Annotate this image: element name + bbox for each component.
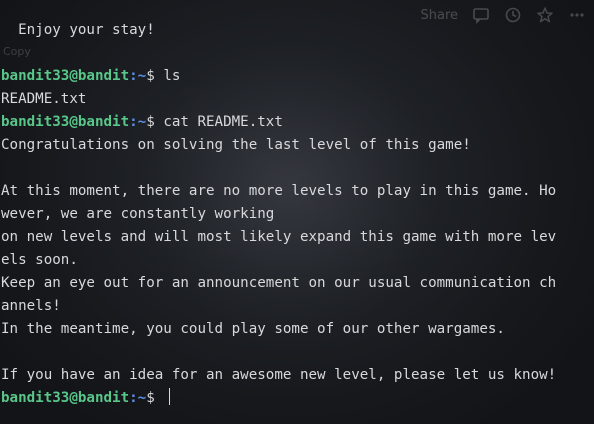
command-line: bandit33@bandit:~$ ls: [1, 65, 594, 88]
prompt-user-host: bandit33@bandit: [1, 68, 130, 84]
output-line: els soon.: [1, 252, 78, 268]
prompt-path: :~: [129, 68, 147, 84]
prompt-path: :~: [129, 114, 147, 130]
active-prompt-line[interactable]: bandit33@bandit:~$: [1, 387, 594, 410]
output-line: annels!: [1, 298, 61, 314]
output-line: on new levels and will most likely expan…: [1, 229, 557, 245]
command-line: bandit33@bandit:~$ cat README.txt: [1, 111, 594, 134]
output-line: wever, we are constantly working: [1, 206, 275, 222]
terminal-output: Enjoy your stay! bandit33@bandit:~$ ls R…: [1, 19, 594, 410]
command-text: cat README.txt: [163, 114, 283, 130]
output-line: At this moment, there are no more levels…: [1, 183, 557, 199]
prompt-symbol: $: [146, 68, 164, 84]
prompt-user-host: bandit33@bandit: [1, 114, 130, 130]
terminal-window[interactable]: Share Copy Enjoy your stay! bandit33@ban…: [0, 0, 594, 424]
prompt-user-host: bandit33@bandit: [1, 390, 130, 406]
prompt-symbol: $: [146, 114, 164, 130]
output-line: If you have an idea for an awesome new l…: [1, 367, 557, 383]
command-text: ls: [163, 68, 181, 84]
text-cursor: [169, 388, 171, 405]
prompt-path: :~: [129, 390, 147, 406]
output-line: Congratulations on solving the last leve…: [1, 137, 471, 153]
output-line: Keep an eye out for an announcement on o…: [1, 275, 557, 291]
output-line: Enjoy your stay!: [1, 22, 155, 38]
prompt-symbol: $: [146, 390, 164, 406]
output-line: README.txt: [1, 91, 87, 107]
output-line: In the meantime, you could play some of …: [1, 321, 505, 337]
